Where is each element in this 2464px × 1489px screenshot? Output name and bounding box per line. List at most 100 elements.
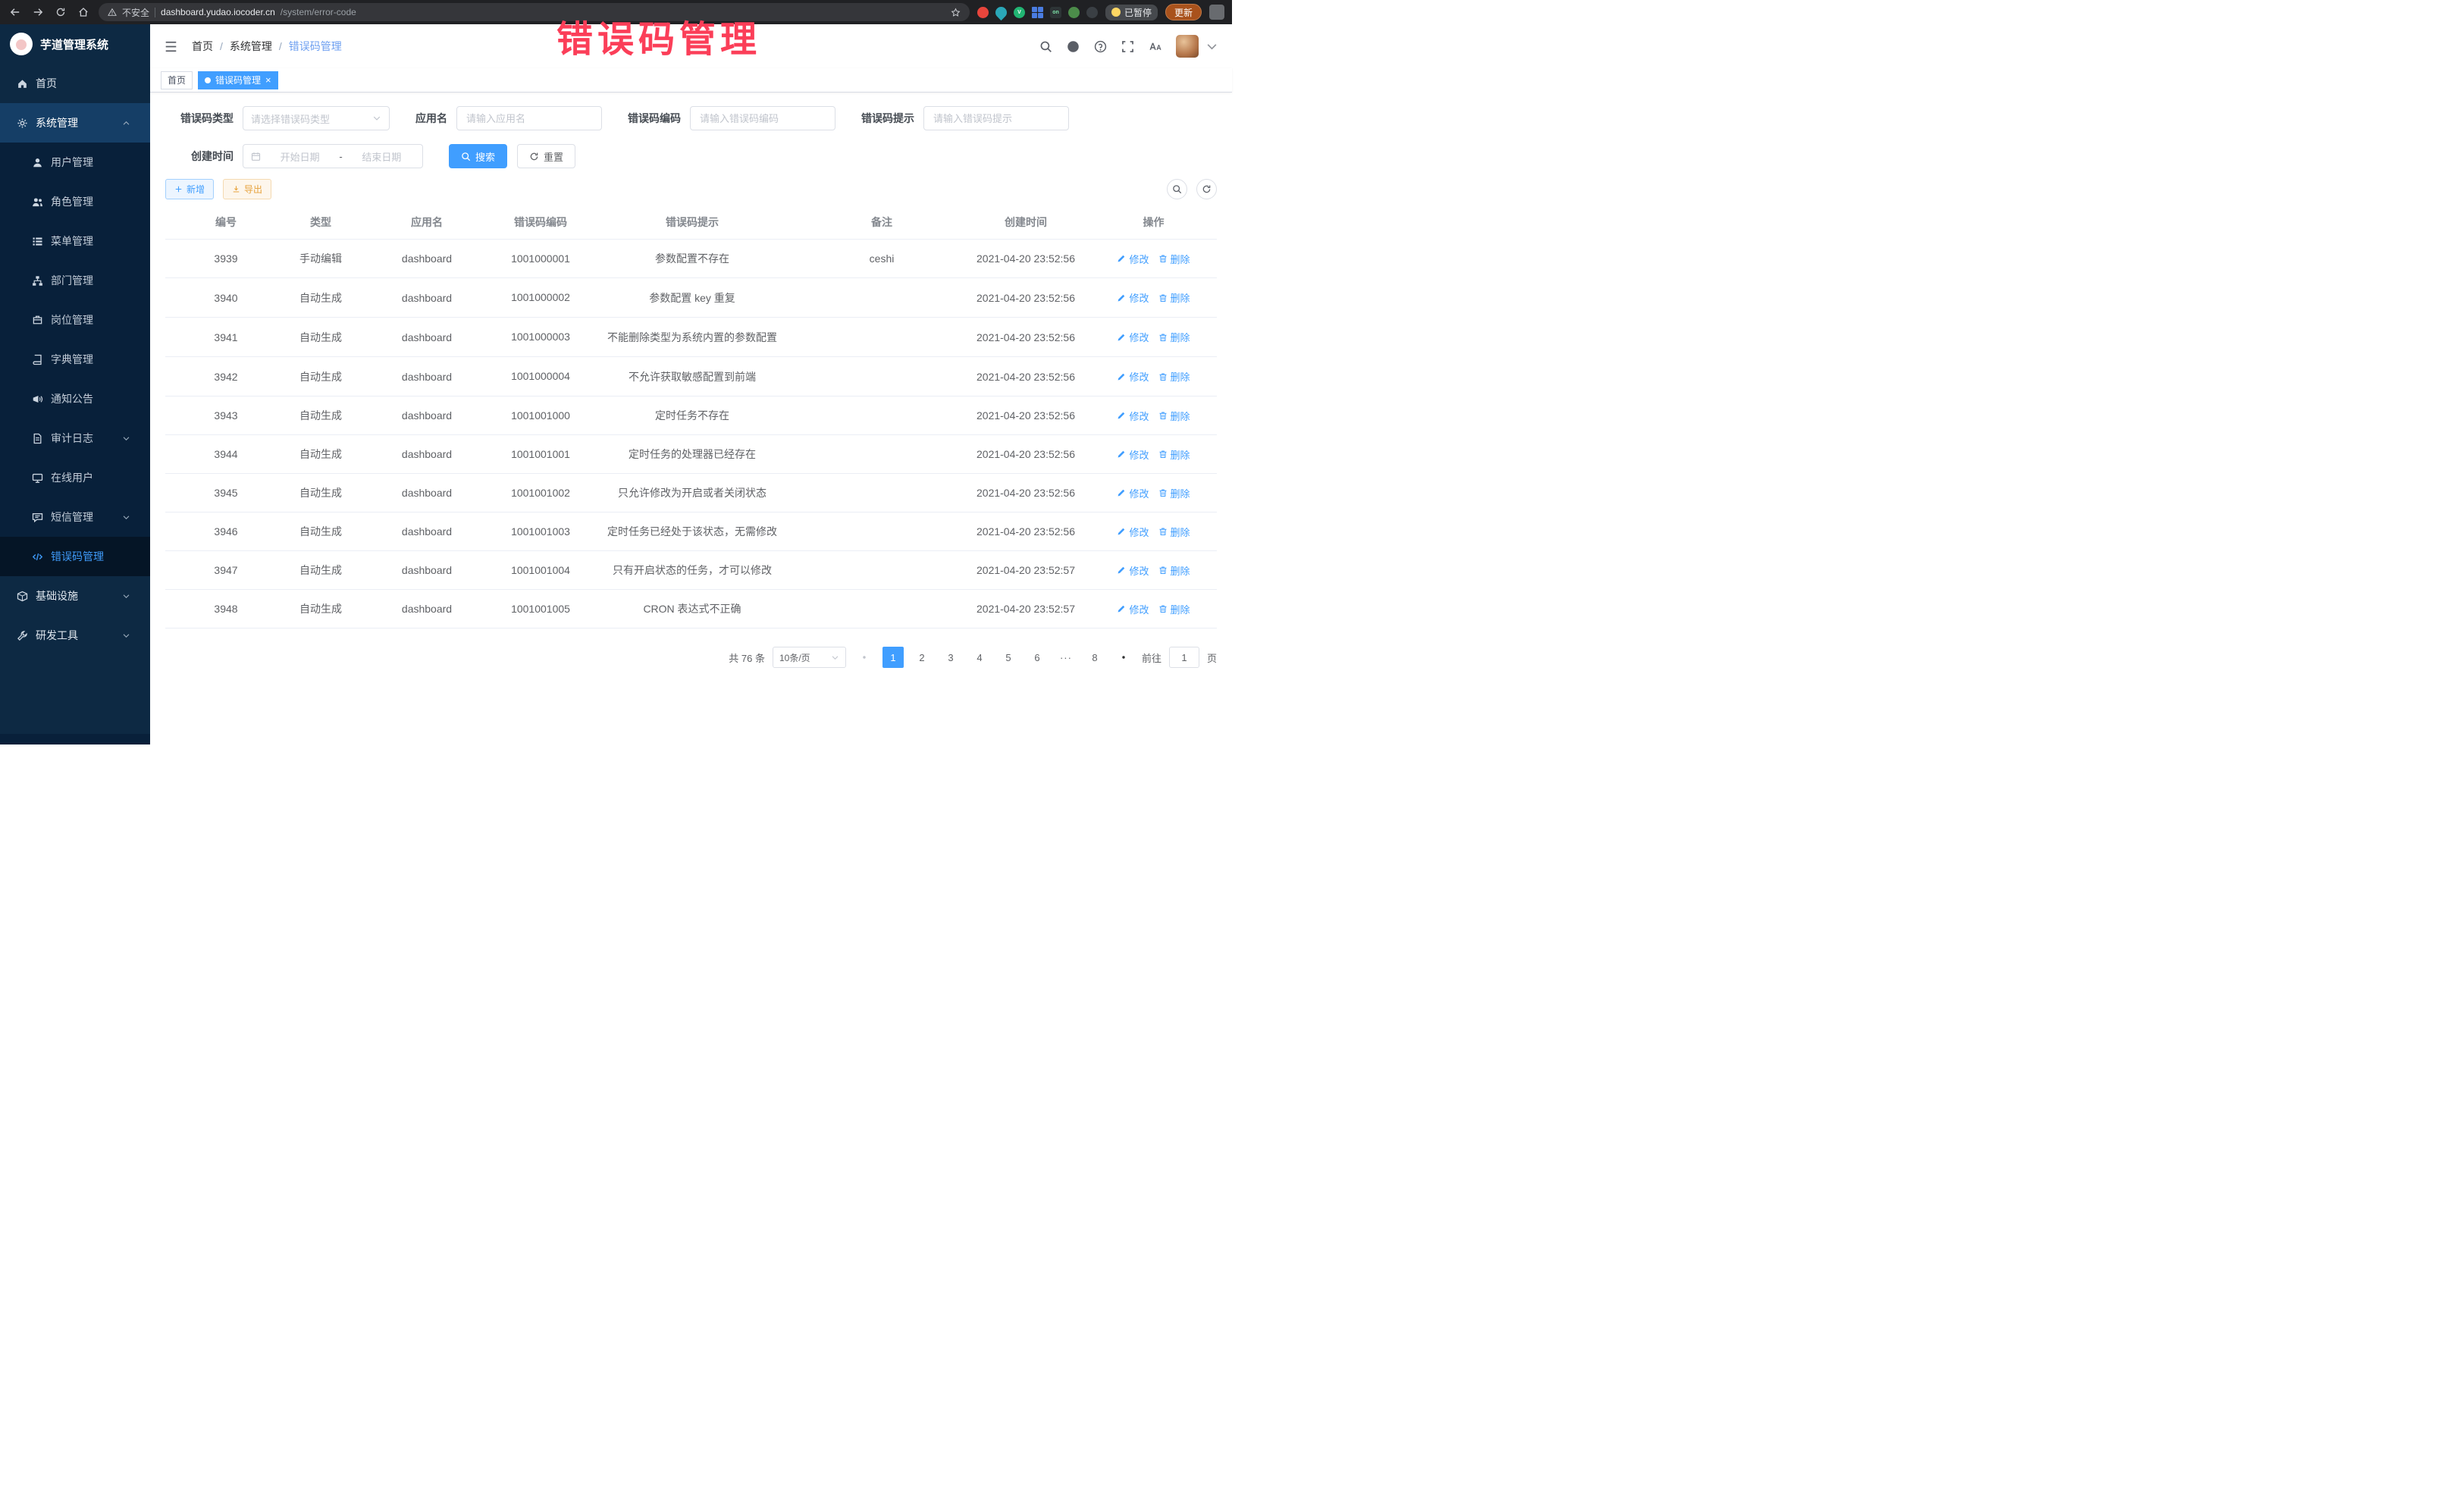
cell-remark bbox=[802, 513, 961, 551]
add-button[interactable]: 新增 bbox=[165, 179, 214, 199]
paused-badge[interactable]: 已暂停 bbox=[1105, 5, 1158, 20]
back-icon[interactable] bbox=[8, 7, 23, 17]
export-button[interactable]: 导出 bbox=[223, 179, 271, 199]
sidebar-item-system[interactable]: 系统管理 bbox=[0, 103, 150, 143]
edit-link[interactable]: 修改 bbox=[1117, 525, 1149, 539]
delete-link[interactable]: 删除 bbox=[1158, 602, 1190, 616]
date-range-picker[interactable]: 开始日期 - 结束日期 bbox=[243, 144, 423, 168]
page-button-8[interactable]: 8 bbox=[1084, 647, 1105, 668]
edit-link[interactable]: 修改 bbox=[1117, 330, 1149, 344]
extension-dark-on-icon[interactable]: on bbox=[1050, 7, 1061, 18]
cell-code: 1001001002 bbox=[499, 474, 582, 513]
edit-link[interactable]: 修改 bbox=[1117, 602, 1149, 616]
page-button-5[interactable]: 5 bbox=[998, 647, 1019, 668]
prev-page-button[interactable] bbox=[854, 647, 875, 668]
bookmark-star-icon[interactable] bbox=[951, 8, 961, 17]
sidebar-item-post[interactable]: 岗位管理 bbox=[0, 300, 150, 340]
delete-link[interactable]: 删除 bbox=[1158, 563, 1190, 578]
extension-red-icon[interactable] bbox=[977, 7, 989, 18]
delete-link[interactable]: 删除 bbox=[1158, 252, 1190, 266]
search-button[interactable]: 搜索 bbox=[449, 144, 507, 168]
edit-link[interactable]: 修改 bbox=[1117, 486, 1149, 500]
tab-error-code[interactable]: 错误码管理× bbox=[198, 71, 278, 89]
home-browser-icon[interactable] bbox=[76, 7, 91, 17]
edit-icon bbox=[1117, 488, 1126, 497]
update-button[interactable]: 更新 bbox=[1165, 4, 1202, 20]
refresh-table-button[interactable] bbox=[1196, 179, 1217, 199]
page-button-3[interactable]: 3 bbox=[940, 647, 961, 668]
cell-remark bbox=[802, 397, 961, 435]
help-icon[interactable] bbox=[1094, 40, 1107, 53]
sidebar-item-home[interactable]: 首页 bbox=[0, 64, 150, 103]
edit-link[interactable]: 修改 bbox=[1117, 290, 1149, 305]
fullscreen-icon[interactable] bbox=[1121, 40, 1134, 53]
address-bar[interactable]: 不安全 dashboard.yudao.iocoder.cn/system/er… bbox=[99, 3, 970, 21]
edit-link[interactable]: 修改 bbox=[1117, 409, 1149, 423]
reload-icon[interactable] bbox=[53, 7, 68, 17]
delete-link[interactable]: 删除 bbox=[1158, 525, 1190, 539]
goto-page-input[interactable] bbox=[1169, 647, 1199, 668]
sidebar-item-dict[interactable]: 字典管理 bbox=[0, 340, 150, 379]
sidebar-item-label: 部门管理 bbox=[51, 273, 93, 288]
error-code-input[interactable] bbox=[690, 106, 835, 130]
breadcrumb-item[interactable]: 首页 bbox=[192, 39, 213, 54]
delete-link[interactable]: 删除 bbox=[1158, 447, 1190, 462]
edit-link[interactable]: 修改 bbox=[1117, 369, 1149, 384]
sidebar-item-menu[interactable]: 菜单管理 bbox=[0, 221, 150, 261]
search-icon[interactable] bbox=[1039, 40, 1052, 53]
delete-link[interactable]: 删除 bbox=[1158, 486, 1190, 500]
reset-button[interactable]: 重置 bbox=[517, 144, 575, 168]
avatar[interactable] bbox=[1176, 35, 1199, 58]
cell-actions: 修改删除 bbox=[1090, 318, 1217, 357]
sidebar-item-role[interactable]: 角色管理 bbox=[0, 182, 150, 221]
breadcrumb-item[interactable]: 系统管理 bbox=[230, 39, 272, 54]
page-size-select[interactable]: 10条/页 bbox=[773, 647, 846, 668]
cell-id: 3947 bbox=[165, 551, 287, 590]
delete-link[interactable]: 删除 bbox=[1158, 409, 1190, 423]
github-icon[interactable] bbox=[1067, 40, 1080, 53]
edit-link[interactable]: 修改 bbox=[1117, 252, 1149, 266]
next-page-button[interactable] bbox=[1113, 647, 1134, 668]
sidebar-item-online-user[interactable]: 在线用户 bbox=[0, 458, 150, 497]
error-hint-input[interactable] bbox=[923, 106, 1069, 130]
sidebar-item-user[interactable]: 用户管理 bbox=[0, 143, 150, 182]
sidebar-item-infra[interactable]: 基础设施 bbox=[0, 576, 150, 616]
delete-link[interactable]: 删除 bbox=[1158, 330, 1190, 344]
extension-blue-grid-icon[interactable] bbox=[1032, 7, 1043, 18]
more-pages-button[interactable]: ··· bbox=[1055, 647, 1077, 668]
page-button-1[interactable]: 1 bbox=[882, 647, 904, 668]
extension-leaf-icon[interactable] bbox=[1068, 7, 1080, 18]
sidebar-item-error-code[interactable]: 错误码管理 bbox=[0, 537, 150, 576]
sidebar-item-dept[interactable]: 部门管理 bbox=[0, 261, 150, 300]
cell-type: 自动生成 bbox=[287, 474, 355, 513]
cell-actions: 修改删除 bbox=[1090, 278, 1217, 318]
extension-paw-icon[interactable] bbox=[1086, 7, 1098, 18]
edit-link[interactable]: 修改 bbox=[1117, 563, 1149, 578]
logo[interactable]: 芋道管理系统 bbox=[0, 24, 150, 64]
sidebar-item-notice[interactable]: 通知公告 bbox=[0, 379, 150, 418]
page-button-4[interactable]: 4 bbox=[969, 647, 990, 668]
delete-link[interactable]: 删除 bbox=[1158, 369, 1190, 384]
column-header: 编号 bbox=[165, 205, 287, 240]
extension-teal-drop-icon[interactable] bbox=[993, 4, 1009, 20]
sidebar-item-dev-tool[interactable]: 研发工具 bbox=[0, 616, 150, 655]
sidebar-collapse-bar[interactable] bbox=[0, 734, 150, 744]
browser-profile-icon[interactable] bbox=[1209, 5, 1224, 20]
page-button-6[interactable]: 6 bbox=[1027, 647, 1048, 668]
font-size-icon[interactable] bbox=[1149, 40, 1161, 53]
toggle-search-button[interactable] bbox=[1167, 179, 1187, 199]
app-name-input[interactable] bbox=[456, 106, 602, 130]
edit-link[interactable]: 修改 bbox=[1117, 447, 1149, 462]
page-button-2[interactable]: 2 bbox=[911, 647, 933, 668]
tab-home[interactable]: 首页 bbox=[161, 71, 193, 89]
forward-icon[interactable] bbox=[30, 7, 45, 17]
extension-green-v-icon[interactable]: V bbox=[1014, 7, 1025, 18]
trash-icon bbox=[1158, 411, 1168, 420]
cell-app: dashboard bbox=[355, 397, 499, 435]
delete-link[interactable]: 删除 bbox=[1158, 290, 1190, 305]
close-icon[interactable]: × bbox=[265, 74, 271, 86]
error-type-select[interactable]: 请选择错误码类型 bbox=[243, 106, 390, 130]
sidebar-item-sms[interactable]: 短信管理 bbox=[0, 497, 150, 537]
sidebar-item-audit-log[interactable]: 审计日志 bbox=[0, 418, 150, 458]
hamburger-icon[interactable] bbox=[164, 39, 178, 54]
